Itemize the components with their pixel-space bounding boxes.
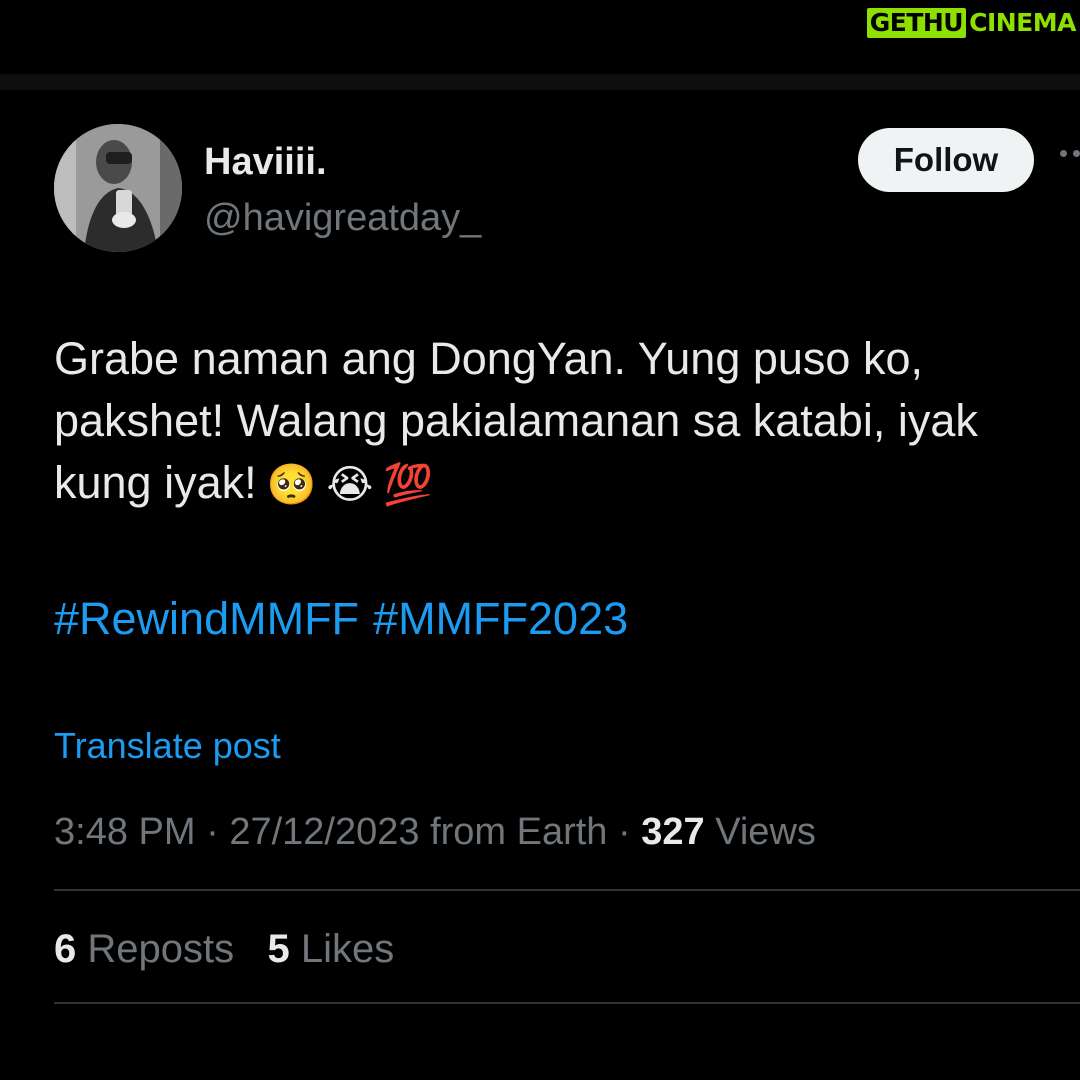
tweet-meta: 3:48 PM · 27/12/2023 from Earth · 327 Vi… xyxy=(54,806,816,858)
post-source: from Earth xyxy=(430,811,608,853)
header-divider xyxy=(0,74,1080,90)
watermark-left: GETHU xyxy=(866,8,967,38)
reposts-label: Reposts xyxy=(87,927,235,971)
user-handle[interactable]: @havigreatday_ xyxy=(204,196,481,240)
likes-count: 5 xyxy=(267,927,290,971)
tweet-text: Grabe naman ang DongYan. Yung puso ko, p… xyxy=(54,328,1064,516)
more-dot xyxy=(1073,150,1080,157)
tweet-line: pakshet! Walang pakialamanan sa katabi, … xyxy=(54,395,978,446)
views-label: Views xyxy=(715,811,816,853)
likes-label: Likes xyxy=(300,927,395,971)
divider xyxy=(54,889,1080,891)
hashtag-link[interactable]: #RewindMMFF xyxy=(54,593,359,644)
hashtag-link[interactable]: #MMFF2023 xyxy=(373,593,628,644)
crying-face-emoji: 😭 xyxy=(326,462,374,508)
tweet-line-text: kung iyak! xyxy=(54,457,257,508)
reposts-stat[interactable]: 6 Reposts xyxy=(54,927,234,971)
more-dot xyxy=(1060,150,1067,157)
pleading-face-emoji: 🥺 xyxy=(266,462,317,508)
display-name[interactable]: Haviiii. xyxy=(204,140,327,184)
tweet-line: kung iyak! 🥺 😭 💯 xyxy=(54,452,1064,516)
post-date[interactable]: 27/12/2023 xyxy=(229,811,419,853)
engagement-stats: 6 Reposts 5 Likes xyxy=(54,922,394,976)
more-options-icon[interactable] xyxy=(1060,150,1080,157)
avatar-photo xyxy=(54,124,182,252)
meta-separator: · xyxy=(206,811,219,853)
views-count: 327 xyxy=(641,811,705,853)
hundred-points-emoji: 💯 xyxy=(383,462,433,508)
avatar[interactable] xyxy=(54,124,182,252)
follow-button[interactable]: Follow xyxy=(858,128,1034,192)
watermark-right: CINEMA xyxy=(969,8,1076,37)
post-time[interactable]: 3:48 PM xyxy=(54,811,196,853)
hashtag-list: #RewindMMFF #MMFF2023 xyxy=(54,588,642,650)
watermark-logo: GETHU CINEMA xyxy=(866,8,1076,38)
meta-separator: · xyxy=(618,811,631,853)
divider xyxy=(54,1002,1080,1004)
likes-stat[interactable]: 5 Likes xyxy=(267,927,394,971)
reposts-count: 6 xyxy=(54,927,77,971)
tweet-line: Grabe naman ang DongYan. Yung puso ko, xyxy=(54,333,923,384)
translate-post-link[interactable]: Translate post xyxy=(54,722,281,770)
